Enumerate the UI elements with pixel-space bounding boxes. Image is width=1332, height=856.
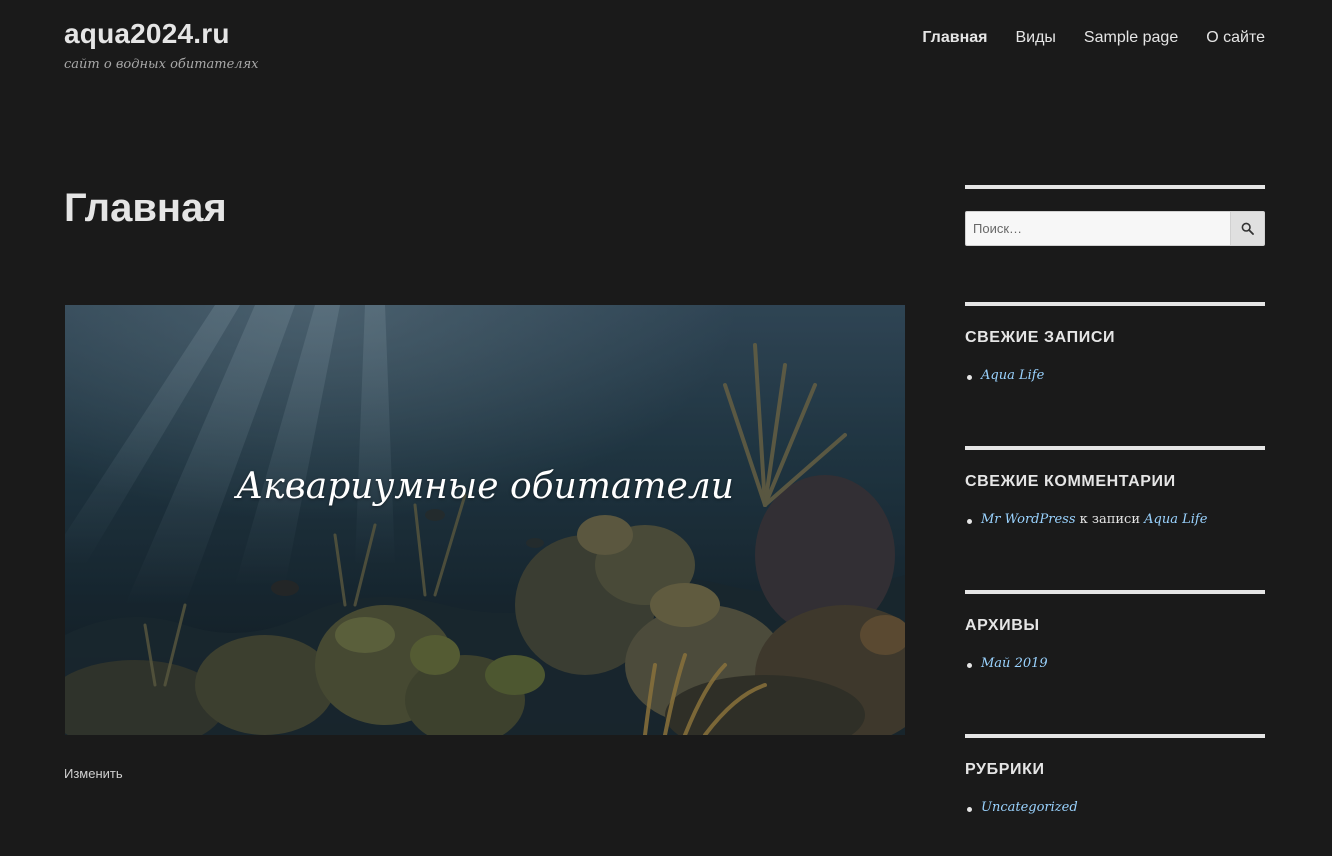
site-title[interactable]: aqua2024.ru [64, 18, 230, 50]
recent-posts-list: Aqua Life [965, 368, 1265, 383]
site-description: сайт о водных обитателях [64, 57, 259, 72]
archives-list: Май 2019 [965, 656, 1265, 671]
page-title: Главная [64, 186, 227, 230]
list-item: Mr WordPress к записи Aqua Life [965, 512, 1265, 527]
underwater-reef-illustration [65, 305, 905, 735]
list-item: Aqua Life [965, 368, 1265, 383]
recent-posts-title: СВЕЖИЕ ЗАПИСИ [965, 329, 1116, 346]
categories-widget: РУБРИКИ Uncategorized [965, 734, 1265, 856]
list-item: Май 2019 [965, 656, 1265, 671]
archive-link[interactable]: Май 2019 [981, 656, 1048, 671]
edit-link[interactable]: Изменить [64, 766, 123, 781]
list-item: Uncategorized [965, 800, 1265, 815]
hero-image [65, 305, 905, 735]
sidebar: СВЕЖИЕ ЗАПИСИ Aqua Life СВЕЖИЕ КОММЕНТАР… [965, 185, 1265, 856]
categories-list: Uncategorized [965, 800, 1265, 815]
search-input[interactable] [965, 211, 1230, 246]
categories-title: РУБРИКИ [965, 761, 1045, 778]
archives-widget: АРХИВЫ Май 2019 [965, 590, 1265, 734]
hero-caption: Аквариумные обитатели [236, 466, 734, 507]
main-navigation: Главная Виды Sample page О сайте [922, 29, 1265, 47]
recent-comments-title: СВЕЖИЕ КОММЕНТАРИИ [965, 473, 1176, 490]
category-link[interactable]: Uncategorized [981, 800, 1078, 815]
nav-item-home[interactable]: Главная [922, 29, 987, 47]
comment-connector: к записи [1075, 512, 1145, 527]
recent-comments-list: Mr WordPress к записи Aqua Life [965, 512, 1265, 527]
search-button[interactable] [1230, 211, 1265, 246]
nav-item-sample-page[interactable]: Sample page [1084, 29, 1178, 47]
comment-author-link[interactable]: Mr WordPress [981, 512, 1076, 527]
search-icon [1241, 222, 1254, 235]
recent-comments-widget: СВЕЖИЕ КОММЕНТАРИИ Mr WordPress к записи… [965, 446, 1265, 590]
recent-post-link[interactable]: Aqua Life [981, 368, 1044, 383]
search-form [965, 211, 1265, 246]
nav-item-species[interactable]: Виды [1015, 29, 1055, 47]
comment-post-link[interactable]: Aqua Life [1144, 512, 1207, 527]
nav-item-about[interactable]: О сайте [1206, 29, 1265, 47]
search-widget [965, 185, 1265, 302]
recent-posts-widget: СВЕЖИЕ ЗАПИСИ Aqua Life [965, 302, 1265, 446]
archives-title: АРХИВЫ [965, 617, 1040, 634]
